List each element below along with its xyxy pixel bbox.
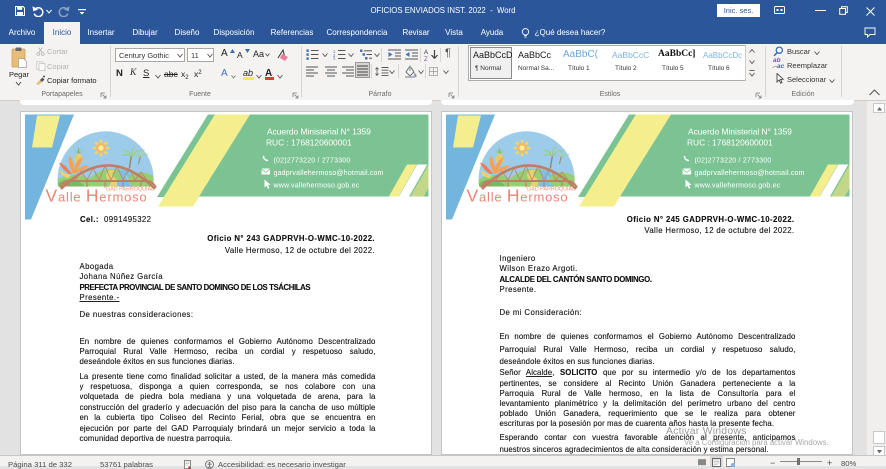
- svg-text:3: 3: [333, 56, 336, 60]
- svg-text:Z: Z: [424, 57, 428, 61]
- svg-text:A: A: [424, 50, 428, 56]
